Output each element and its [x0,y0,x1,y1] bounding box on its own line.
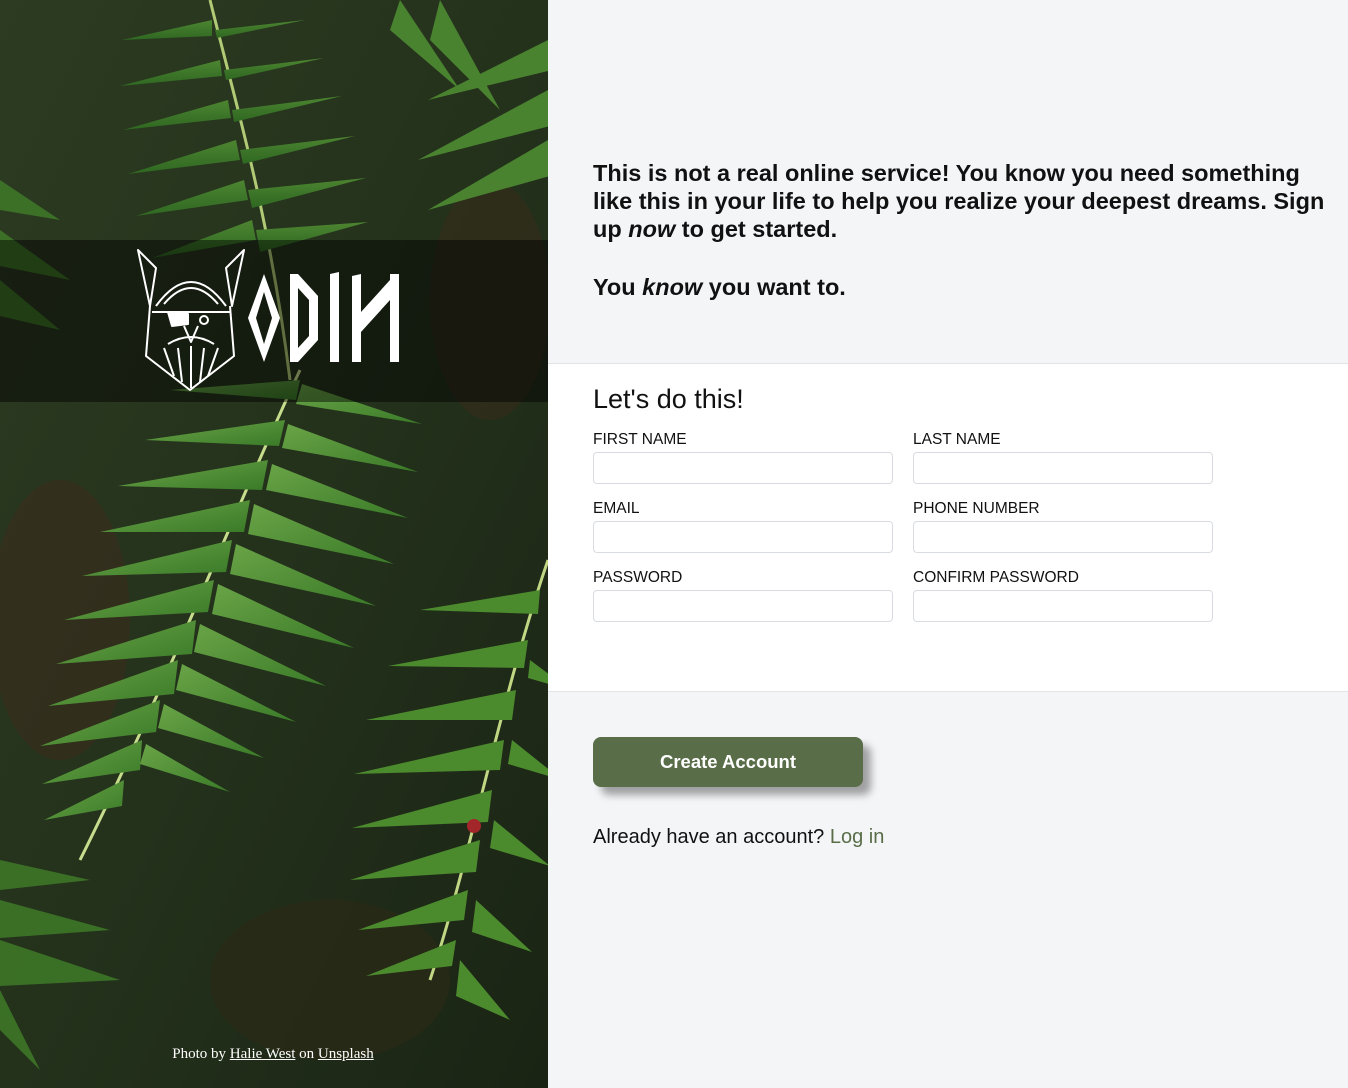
confirm-password-field: CONFIRM PASSWORD [913,569,1213,622]
email-input[interactable] [593,521,893,553]
phone-input[interactable] [913,521,1213,553]
form-title: Let's do this! [593,384,744,414]
intro-tagline: You know you want to. [593,273,1328,301]
tagline-emphasis: know [642,274,703,300]
tagline-end: you want to. [708,274,846,300]
signup-form: Let's do this! FIRST NAME LAST NAME EMAI… [548,364,1348,692]
signup-page: ODIN Photo by Halie West on Unsplash [0,0,1348,1088]
phone-field: PHONE NUMBER [913,500,1213,553]
photographer-link[interactable]: Halie West [230,1046,296,1062]
form-fields-grid: FIRST NAME LAST NAME EMAIL PHONE NUMBER … [593,431,1348,622]
email-field: EMAIL [593,500,893,553]
unsplash-link[interactable]: Unsplash [318,1046,374,1062]
intro-text-end: to get started. [681,216,838,242]
odin-viking-head-icon [134,248,248,394]
password-field: PASSWORD [593,569,893,622]
intro-emphasis: now [628,216,676,242]
credit-prefix: Photo by [172,1046,227,1062]
intro-section: This is not a real online service! You k… [548,0,1348,364]
first-name-input[interactable] [593,452,893,484]
password-input[interactable] [593,590,893,622]
first-name-field: FIRST NAME [593,431,893,484]
email-label: EMAIL [593,500,640,517]
signup-panel: This is not a real online service! You k… [548,0,1348,1088]
intro-paragraph: This is not a real online service! You k… [593,159,1328,243]
confirm-password-input[interactable] [913,590,1213,622]
first-name-label: FIRST NAME [593,431,687,448]
login-prompt: Already have an account? Log in [593,826,1348,849]
create-account-button[interactable]: Create Account [593,737,863,787]
phone-label: PHONE NUMBER [913,500,1040,517]
confirm-password-label: CONFIRM PASSWORD [913,569,1079,586]
login-link[interactable]: Log in [830,826,885,848]
hero-panel: ODIN Photo by Halie West on Unsplash [0,0,548,1088]
brand-wordmark: ODIN [246,270,406,366]
password-label: PASSWORD [593,569,683,586]
tagline-start: You [593,274,636,300]
login-prompt-text: Already have an account? [593,826,825,848]
last-name-input[interactable] [913,452,1213,484]
fern-background-image [0,0,548,1088]
photo-credit: Photo by Halie West on Unsplash [0,1046,548,1063]
credit-middle: on [299,1046,315,1062]
last-name-label: LAST NAME [913,431,1001,448]
actions-section: Create Account Already have an account? … [548,692,1348,1088]
last-name-field: LAST NAME [913,431,1213,484]
